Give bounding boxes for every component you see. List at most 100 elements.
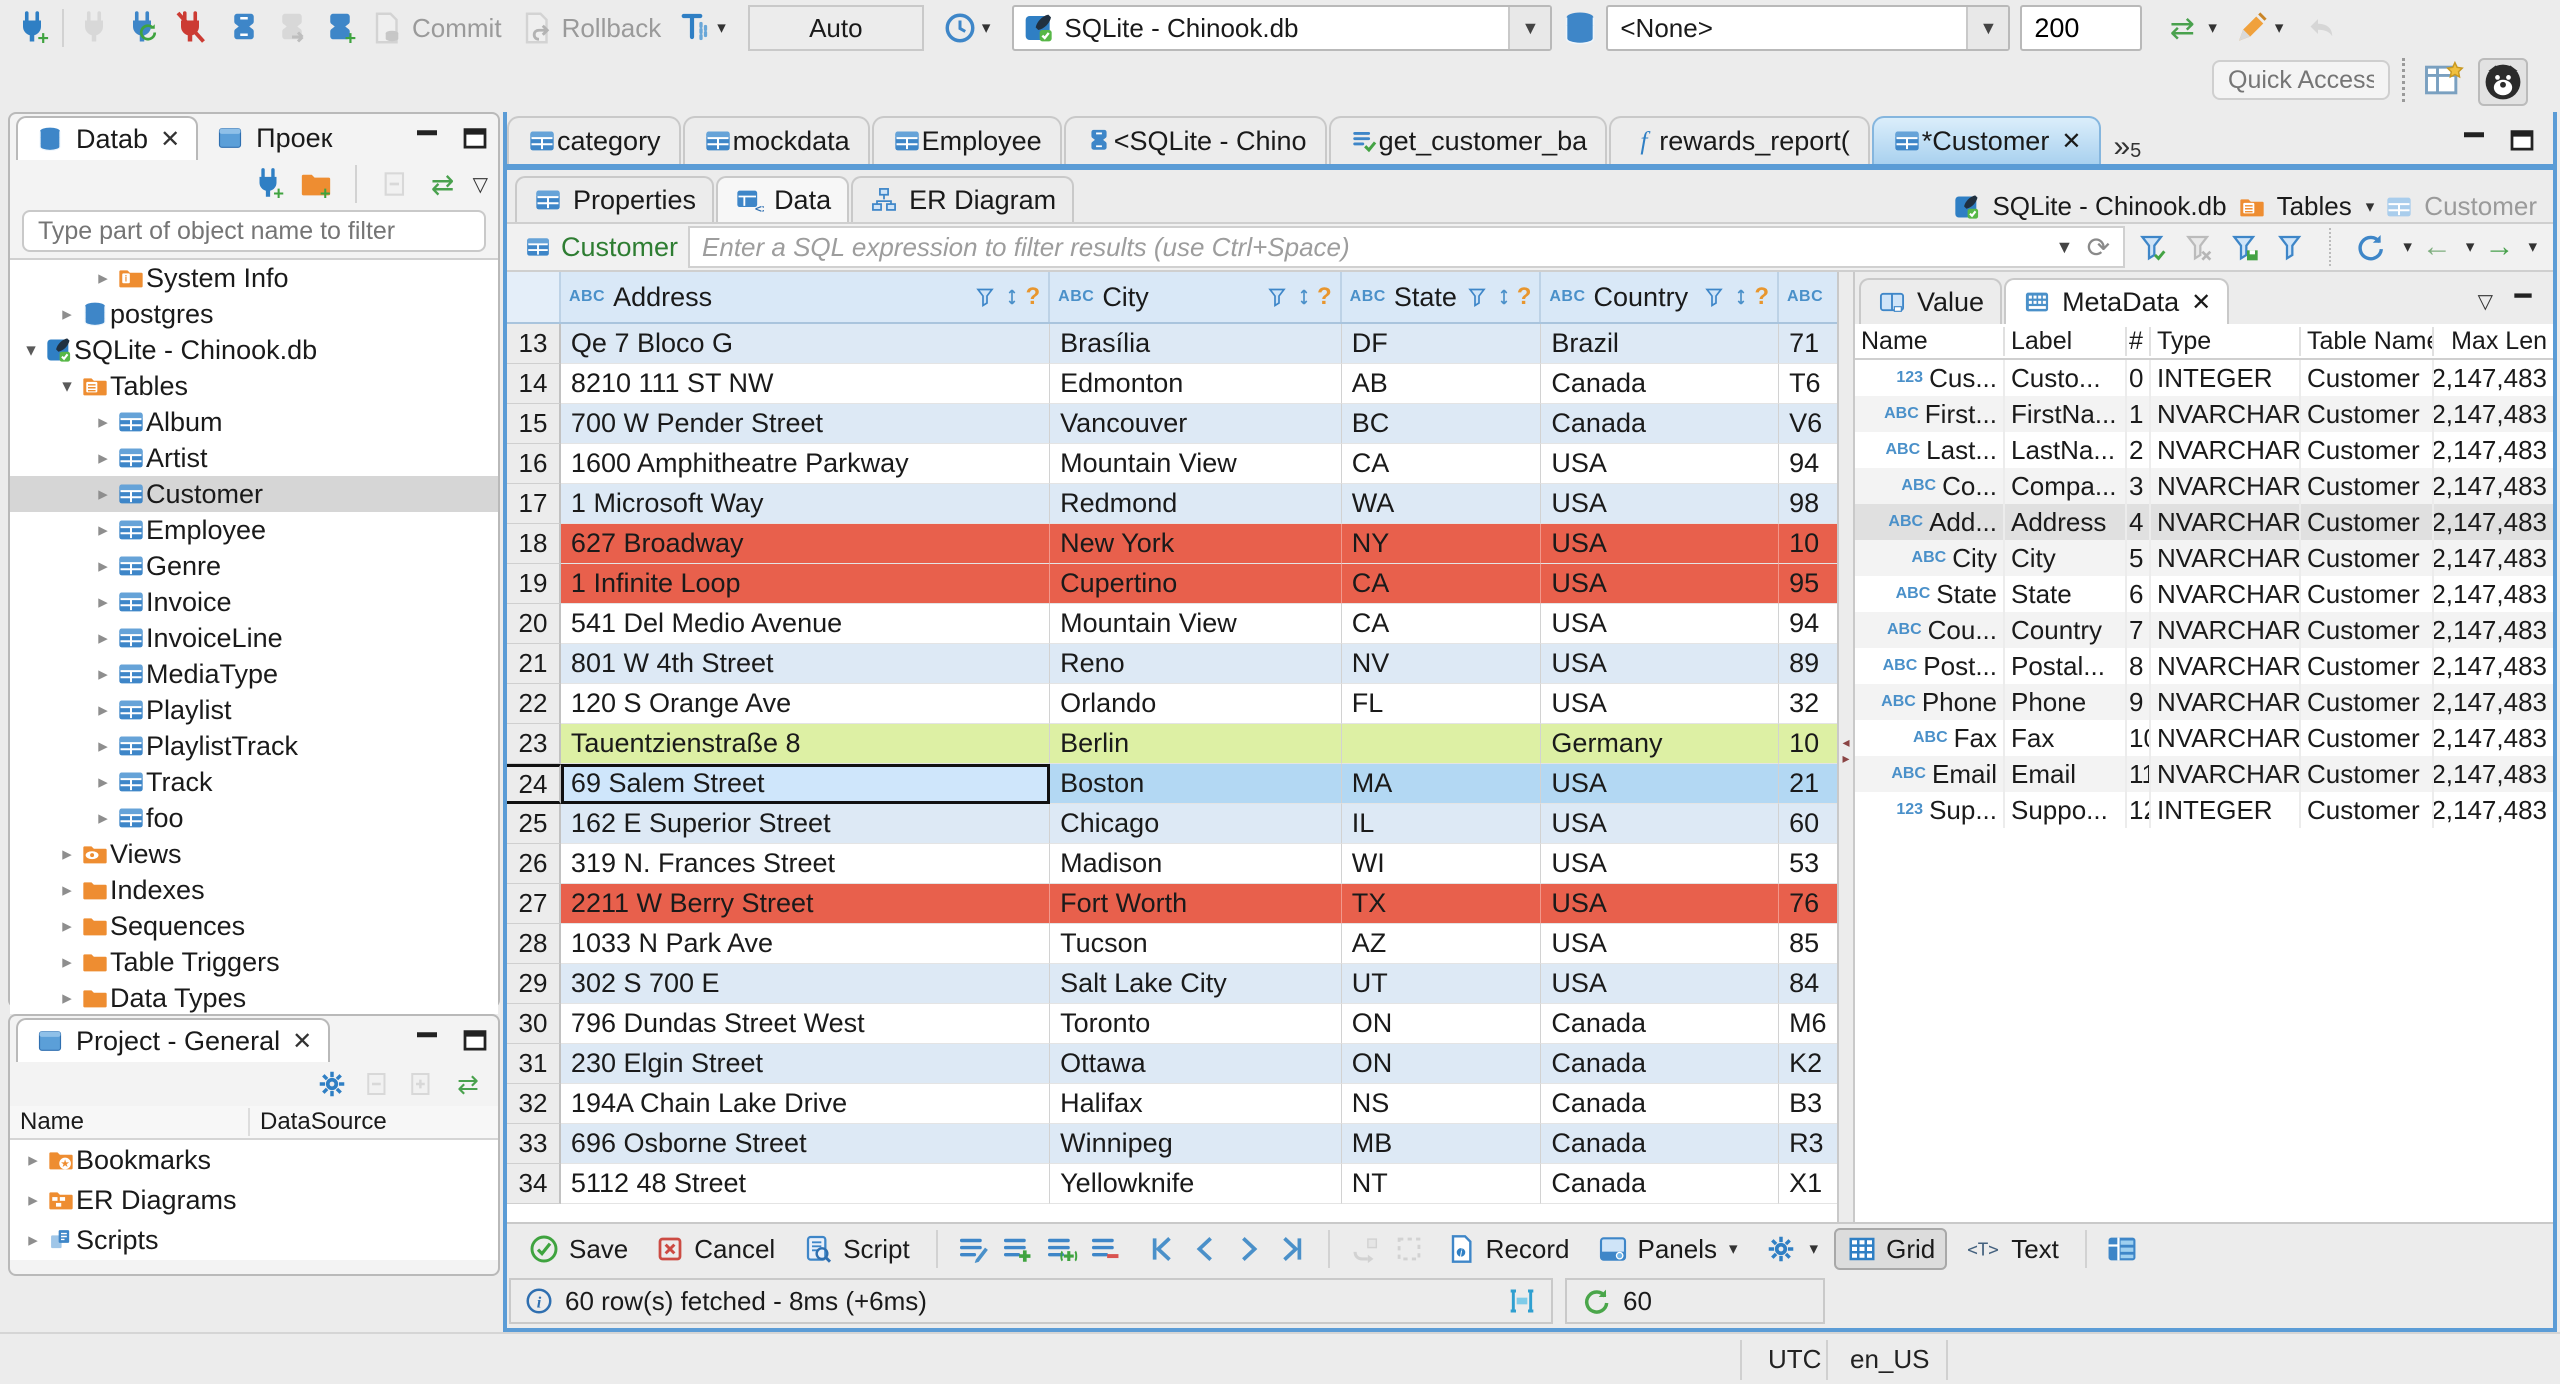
sync-connection-icon[interactable]: ⇄ <box>2160 10 2204 46</box>
cell-state[interactable]: WA <box>1341 484 1542 524</box>
row-number[interactable]: 32 <box>507 1084 561 1124</box>
cell-country[interactable]: USA <box>1541 884 1780 924</box>
row-number[interactable]: 15 <box>507 404 561 444</box>
cell-state[interactable]: AZ <box>1341 924 1542 964</box>
tree-expand-icon[interactable]: ▸ <box>20 1229 46 1252</box>
column-header-datasource[interactable]: DataSource <box>250 1108 387 1136</box>
row-number[interactable]: 16 <box>507 444 561 484</box>
tab-properties[interactable]: Properties <box>515 176 715 222</box>
next-row-icon[interactable] <box>1230 1232 1268 1266</box>
cell-postalcode[interactable]: K2 <box>1779 1044 1837 1084</box>
disconnect-icon[interactable] <box>170 10 210 46</box>
zoom-cell-icon[interactable] <box>1390 1232 1428 1266</box>
row-number[interactable]: 25 <box>507 804 561 844</box>
cell-address[interactable]: 1033 N Park Ave <box>560 924 1051 964</box>
cell-postalcode[interactable]: 10 <box>1779 524 1837 564</box>
cell-country[interactable]: Germany <box>1541 724 1780 764</box>
minimize-icon[interactable] <box>2457 126 2491 156</box>
minimize-icon[interactable] <box>2507 288 2539 314</box>
row-number[interactable]: 30 <box>507 1004 561 1044</box>
cell-postalcode[interactable]: 85 <box>1779 924 1837 964</box>
tree-expand-icon[interactable]: ▸ <box>54 843 80 866</box>
tree-expand-icon[interactable]: ▸ <box>90 699 116 722</box>
nav-forward-icon[interactable]: → <box>2484 230 2514 264</box>
new-folder-icon[interactable]: + <box>297 167 335 201</box>
open-sql-script-icon[interactable] <box>272 10 312 46</box>
remove-filter-icon[interactable] <box>2181 231 2217 263</box>
cell-country[interactable]: USA <box>1541 484 1780 524</box>
tab-projects[interactable]: Проек <box>198 116 348 160</box>
column-header-label[interactable]: Label <box>2005 326 2127 356</box>
filter-table-ref[interactable]: Customer <box>513 232 688 263</box>
cell-address[interactable]: Qe 7 Bloco G <box>560 324 1051 364</box>
metadata-row[interactable]: ABC Add... Address 4 NVARCHAR Customer 2,147,4… <box>1855 504 2553 540</box>
tree-item-views[interactable]: ▸ Views <box>10 836 498 872</box>
cell-city[interactable]: Tucson <box>1050 924 1342 964</box>
panels-button[interactable]: Panels ▾ <box>1586 1228 1748 1270</box>
cell-city[interactable]: Vancouver <box>1050 404 1342 444</box>
calc-row-count-icon[interactable] <box>1505 1285 1539 1317</box>
cell-state[interactable]: ON <box>1341 1004 1542 1044</box>
fetch-size-input[interactable] <box>2020 5 2143 51</box>
cell-country[interactable]: Canada <box>1541 1084 1780 1124</box>
cell-city[interactable]: Toronto <box>1050 1004 1342 1044</box>
transaction-log-button[interactable]: ▾ <box>669 5 734 51</box>
sort-icon[interactable] <box>1293 285 1315 309</box>
tree-expand-icon[interactable]: ▸ <box>90 735 116 758</box>
cell-state[interactable] <box>1341 724 1542 764</box>
cell-postalcode[interactable]: 60 <box>1779 804 1837 844</box>
column-header-type[interactable]: Type <box>2151 326 2301 356</box>
cell-address[interactable]: Tauentzienstraße 8 <box>560 724 1051 764</box>
metadata-row[interactable]: ABC First... FirstNa... 1 NVARCHAR Customer 2,… <box>1855 396 2553 432</box>
row-number[interactable]: 26 <box>507 844 561 884</box>
link-editor-icon[interactable]: ⇄ <box>423 167 463 201</box>
breadcrumb-container[interactable]: Tables <box>2277 191 2352 222</box>
cell-address[interactable]: 696 Osborne Street <box>560 1124 1051 1164</box>
history-button[interactable]: ▾ <box>934 5 999 51</box>
filter-hint-icon[interactable]: ? <box>1754 283 1769 311</box>
cell-city[interactable]: Reno <box>1050 644 1342 684</box>
tree-expand-icon[interactable]: ▸ <box>90 807 116 830</box>
cell-country[interactable]: USA <box>1541 844 1780 884</box>
tree-item-tables[interactable]: ▾ Tables <box>10 368 498 404</box>
new-connection-icon[interactable]: + <box>12 10 52 46</box>
tree-item-foo[interactable]: ▸ foo <box>10 800 498 836</box>
editor-tab-employee[interactable]: Employee <box>871 116 1062 164</box>
cell-postalcode[interactable]: 21 <box>1779 764 1837 804</box>
metadata-row[interactable]: ABCEmailEmail11NVARCHARCustomer2,147,483 <box>1855 756 2553 792</box>
tree-item-artist[interactable]: ▸ Artist <box>10 440 498 476</box>
cell-state[interactable]: AB <box>1341 364 1542 404</box>
metadata-row[interactable]: 123 Cus... Custo... 0 INTEGER Customer 2,147,4… <box>1855 360 2553 396</box>
cell-city[interactable]: Redmond <box>1050 484 1342 524</box>
cell-city[interactable]: Boston <box>1050 764 1342 804</box>
breadcrumb-table[interactable]: Customer <box>2424 191 2537 222</box>
record-button[interactable]: i Record <box>1434 1228 1580 1270</box>
cell-city[interactable]: Madison <box>1050 844 1342 884</box>
new-connection-icon[interactable]: + <box>249 167 287 201</box>
cell-address[interactable]: 1 Microsoft Way <box>560 484 1051 524</box>
tree-expand-icon[interactable]: ▸ <box>90 663 116 686</box>
cell-address[interactable]: 541 Del Medio Avenue <box>560 604 1051 644</box>
cell-country[interactable]: Canada <box>1541 1124 1780 1164</box>
refresh-icon[interactable]: ⟳ <box>2081 232 2115 263</box>
quick-access-input[interactable] <box>2212 60 2390 100</box>
tab-value[interactable]: Value <box>1859 278 2003 324</box>
cell-city[interactable]: Orlando <box>1050 684 1342 724</box>
cell-state[interactable]: DF <box>1341 324 1542 364</box>
cell-country[interactable]: Canada <box>1541 1044 1780 1084</box>
custom-filter-icon[interactable] <box>2273 231 2309 263</box>
goto-row-icon[interactable] <box>1346 1232 1384 1266</box>
tree-item-track[interactable]: ▸ Track <box>10 764 498 800</box>
cell-postalcode[interactable]: 71 <box>1779 324 1837 364</box>
cell-address[interactable]: 1600 Amphitheatre Parkway <box>560 444 1051 484</box>
cell-city[interactable]: Edmonton <box>1050 364 1342 404</box>
reconnect-icon[interactable] <box>122 10 162 46</box>
cell-postalcode[interactable]: V6 <box>1779 404 1837 444</box>
view-menu-icon[interactable]: ▽ <box>473 172 488 197</box>
text-mode-button[interactable]: <T> Text <box>1953 1228 2069 1270</box>
cell-address[interactable]: 801 W 4th Street <box>560 644 1051 684</box>
cell-state[interactable]: UT <box>1341 964 1542 1004</box>
metadata-row[interactable]: ABC City City 5 NVARCHAR Customer 2,147,483 <box>1855 540 2553 576</box>
cell-state[interactable]: IL <box>1341 804 1542 844</box>
tree-item-bookmarks[interactable]: ▸ ★ Bookmarks <box>10 1140 498 1180</box>
